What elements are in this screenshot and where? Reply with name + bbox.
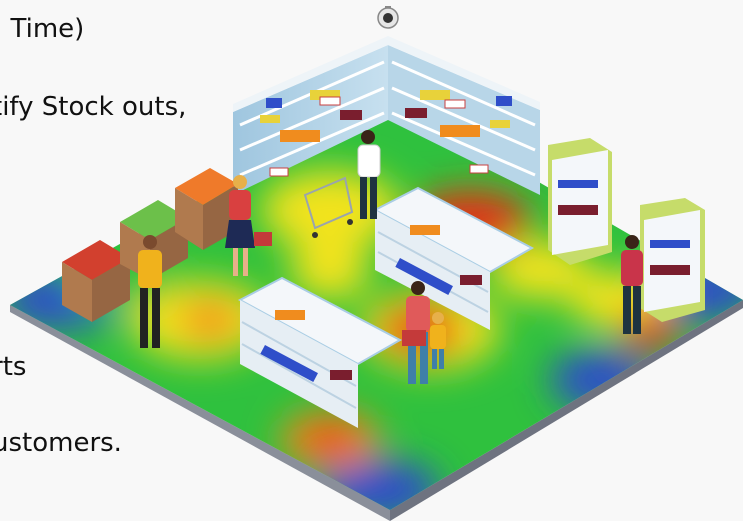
store-heatmap-illustration bbox=[10, 6, 743, 521]
security-camera-icon bbox=[377, 6, 399, 29]
